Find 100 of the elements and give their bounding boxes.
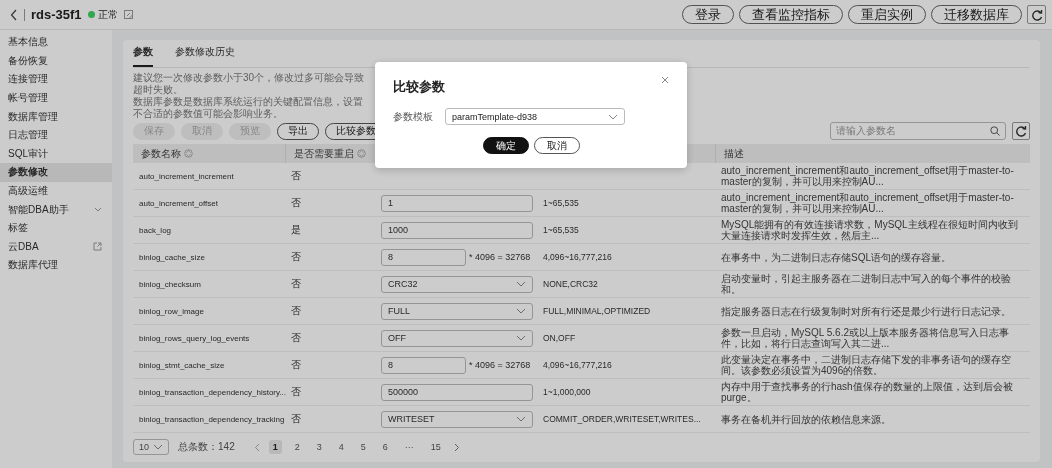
sidebar-item[interactable]: 智能DBA助手 xyxy=(0,200,112,219)
cancel-button[interactable]: 取消 xyxy=(533,137,580,154)
page-button[interactable]: 6 xyxy=(378,440,392,454)
multiplier-text: * 4096 = 32768 xyxy=(469,360,531,370)
table-cell: NONE,CRC32 xyxy=(537,271,715,298)
table-cell: auto_increment_increment xyxy=(133,163,285,190)
table-cell: 否 xyxy=(285,271,375,298)
sidebar-item[interactable]: 基本信息 xyxy=(0,33,112,52)
tab[interactable]: 参数修改历史 xyxy=(175,45,235,67)
table-cell: 否 xyxy=(285,406,375,433)
status-label: 正常 xyxy=(97,7,118,22)
table-cell: auto_increment_offset xyxy=(133,190,285,217)
table-cell: 否 xyxy=(285,352,375,379)
notice-text: 建议您一次修改参数小于30个，修改过多可能会导致超时失败。 xyxy=(133,72,366,96)
table-cell: 4,096~16,777,216 xyxy=(537,352,715,379)
page-size-select[interactable]: 10 xyxy=(133,439,169,455)
field-label: 参数模板 xyxy=(393,109,433,124)
table-cell: 否 xyxy=(285,190,375,217)
page-button[interactable]: 5 xyxy=(356,440,370,454)
page-button[interactable]: 3 xyxy=(312,440,326,454)
value-select[interactable]: FULL xyxy=(381,302,533,320)
close-icon[interactable] xyxy=(661,76,669,84)
header-action-button[interactable]: 查看监控指标 xyxy=(739,5,843,24)
sidebar-item[interactable]: 连接管理 xyxy=(0,70,112,89)
dialog-title: 比较参数 xyxy=(393,78,445,96)
sidebar-item[interactable]: 数据库管理 xyxy=(0,107,112,126)
table-cell: 否 xyxy=(285,244,375,271)
chevron-down-icon xyxy=(153,443,163,451)
multiplier-text: * 4096 = 32768 xyxy=(469,252,531,262)
value-input[interactable]: 1 xyxy=(381,194,533,212)
table-cell: MySQL能拥有的有效连接请求数，MySQL主线程在很短时间内收到大量连接请求时发挥生效，然后主... xyxy=(715,217,1030,244)
table-cell: binlog_row_image xyxy=(133,298,285,325)
table-cell: binlog_checksum xyxy=(133,271,285,298)
table-cell: 事务在备机并行回放的依赖信息来源。 xyxy=(715,406,1030,433)
header-action-button[interactable]: 登录 xyxy=(682,5,734,24)
back-icon[interactable] xyxy=(10,8,18,21)
page-button[interactable]: 15 xyxy=(426,440,445,454)
sidebar-item[interactable]: 参数修改 xyxy=(0,163,112,182)
table-cell: 是 xyxy=(285,217,375,244)
header-action-button[interactable]: 重启实例 xyxy=(848,5,926,24)
value-input[interactable]: 1000 xyxy=(381,221,533,239)
template-select[interactable]: paramTemplate-d938 xyxy=(445,108,625,125)
chevron-down-icon xyxy=(608,112,618,121)
tab[interactable]: 参数 xyxy=(133,45,153,67)
notice-text: 数据库参数是数据库系统运行的关键配置信息，设置不合适的参数值可能会影响业务。 xyxy=(133,96,364,120)
table-cell: 内存中用于查找事务的行hash值保存的数量的上限值，达到后会被purge。 xyxy=(715,379,1030,406)
value-select[interactable]: WRITESET xyxy=(381,410,533,428)
page-button[interactable]: 2 xyxy=(290,440,304,454)
prev-page-icon[interactable] xyxy=(253,442,260,452)
column-header: 描述 xyxy=(715,144,1030,163)
value-input[interactable]: 500000 xyxy=(381,383,533,401)
table-cell: 否 xyxy=(285,163,375,190)
table-cell: 1~65,535 xyxy=(537,190,715,217)
refresh-button[interactable] xyxy=(1012,122,1030,140)
table-cell: 启动变量时，引起主服务器在二进制日志中写入的每个事件的校验和。 xyxy=(715,271,1030,298)
chevron-down-icon xyxy=(94,206,102,213)
table-cell: auto_increment_increment和auto_increment_offset用于master-to-master的复制，并可以用来控制AU... xyxy=(715,163,1030,190)
refresh-button[interactable] xyxy=(1027,5,1046,24)
table-cell: binlog_rows_query_log_events xyxy=(133,325,285,352)
chevron-down-icon xyxy=(516,307,526,315)
table-cell: 参数一旦启动，MySQL 5.6.2或以上版本服务器将信息写入日志事件，比如，将行日志查询写入其二进... xyxy=(715,325,1030,352)
page-button[interactable]: 4 xyxy=(334,440,348,454)
refresh-icon xyxy=(1029,7,1044,22)
header-action-button[interactable]: 迁移数据库 xyxy=(931,5,1022,24)
table-cell: 此变量决定在事务中，二进制日志存储下发的非事务语句的缓存空间。该参数必须设置为4096的倍数。 xyxy=(715,352,1030,379)
sidebar-item[interactable]: 云DBA xyxy=(0,237,112,257)
next-page-icon[interactable] xyxy=(453,442,460,452)
value-input[interactable]: 8 xyxy=(381,248,466,266)
toolbar-button[interactable]: 导出 xyxy=(277,122,319,140)
sort-icon[interactable] xyxy=(184,149,193,158)
sidebar-item[interactable]: 数据库代理 xyxy=(0,256,112,275)
table-cell: 否 xyxy=(285,325,375,352)
sidebar-item[interactable]: 备份恢复 xyxy=(0,51,112,71)
table-cell: binlog_stmt_cache_size xyxy=(133,352,285,379)
sort-icon[interactable] xyxy=(357,149,366,158)
instance-title: rds-35f1 xyxy=(31,7,82,22)
table-cell: COMMIT_ORDER,WRITESET,WRITES... xyxy=(537,406,715,433)
search-icon xyxy=(990,126,1000,136)
document-icon[interactable] xyxy=(123,9,134,20)
page-button[interactable]: ··· xyxy=(400,440,418,454)
sidebar-item[interactable]: 高级运维 xyxy=(0,181,112,201)
sidebar-item[interactable]: 日志管理 xyxy=(0,125,112,145)
confirm-button[interactable]: 确定 xyxy=(482,137,529,154)
refresh-icon xyxy=(1014,124,1028,138)
table-cell: 1~1,000,000 xyxy=(537,379,715,406)
chevron-down-icon xyxy=(516,415,526,423)
table-cell: 否 xyxy=(285,298,375,325)
table-cell: 在事务中，为二进制日志存储SQL语句的缓存容量。 xyxy=(715,244,1030,271)
value-select[interactable]: OFF xyxy=(381,329,533,347)
table-cell: ON,OFF xyxy=(537,325,715,352)
sidebar-item[interactable]: 帐号管理 xyxy=(0,88,112,108)
chevron-down-icon xyxy=(516,280,526,288)
table-cell: auto_increment_increment和auto_increment_offset用于master-to-master的复制，并可以用来控制AU... xyxy=(715,190,1030,217)
table-cell: 指定服务器日志在行级复制时对所有行还是最少行进行日志记录。 xyxy=(715,298,1030,325)
table-cell: 4,096~16,777,216 xyxy=(537,244,715,271)
table-cell: binlog_transaction_dependency_tracking xyxy=(133,406,285,433)
value-select[interactable]: CRC32 xyxy=(381,275,533,293)
sidebar-item[interactable]: 标签 xyxy=(0,218,112,238)
value-input[interactable]: 8 xyxy=(381,356,466,374)
page-button[interactable]: 1 xyxy=(268,440,282,454)
